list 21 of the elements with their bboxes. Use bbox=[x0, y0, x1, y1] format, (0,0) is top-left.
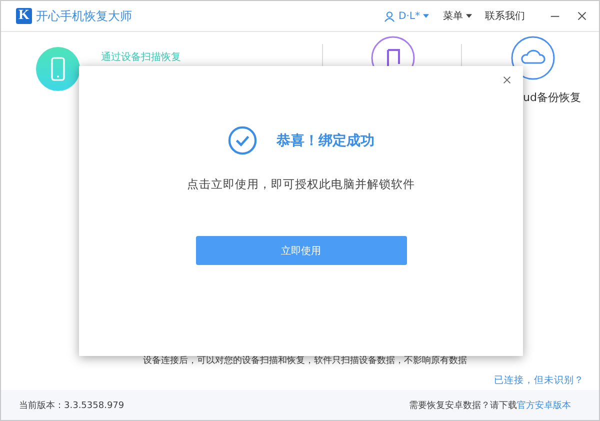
app-title: 开心手机恢复大师 bbox=[36, 8, 132, 24]
mode-label[interactable]: ud备份恢复 bbox=[523, 90, 581, 105]
cloud-icon[interactable] bbox=[511, 36, 555, 80]
hint-text: 设备连接后，可以对您的设备扫描和恢复，软件只扫描设备数据，不影响原有数据 bbox=[142, 355, 468, 367]
menu-button[interactable]: 菜单 bbox=[443, 9, 463, 23]
dialog-message: 点击立即使用，即可授权此电脑并解锁软件 bbox=[187, 177, 415, 192]
check-icon bbox=[228, 126, 256, 155]
android-link[interactable]: 官方安卓版本 bbox=[517, 398, 571, 412]
use-now-button[interactable]: 立即使用 bbox=[196, 236, 406, 265]
version-text: 当前版本：3.3.5358.979 bbox=[19, 400, 124, 412]
help-link[interactable]: 已连接，但未识别？ bbox=[494, 374, 584, 387]
close-icon[interactable] bbox=[577, 11, 587, 21]
contact-link[interactable]: 联系我们 bbox=[485, 9, 525, 23]
android-prompt: 需要恢复安卓数据？请下载 bbox=[409, 400, 517, 412]
user-icon[interactable] bbox=[384, 10, 395, 22]
dialog-title: 恭喜！绑定成功 bbox=[276, 132, 374, 150]
close-icon[interactable] bbox=[503, 76, 511, 84]
user-name[interactable]: D·L* bbox=[398, 10, 420, 22]
caret-icon[interactable] bbox=[466, 14, 472, 18]
app-logo: K bbox=[16, 8, 32, 24]
mode-label[interactable]: 通过设备扫描恢复 bbox=[101, 50, 181, 64]
